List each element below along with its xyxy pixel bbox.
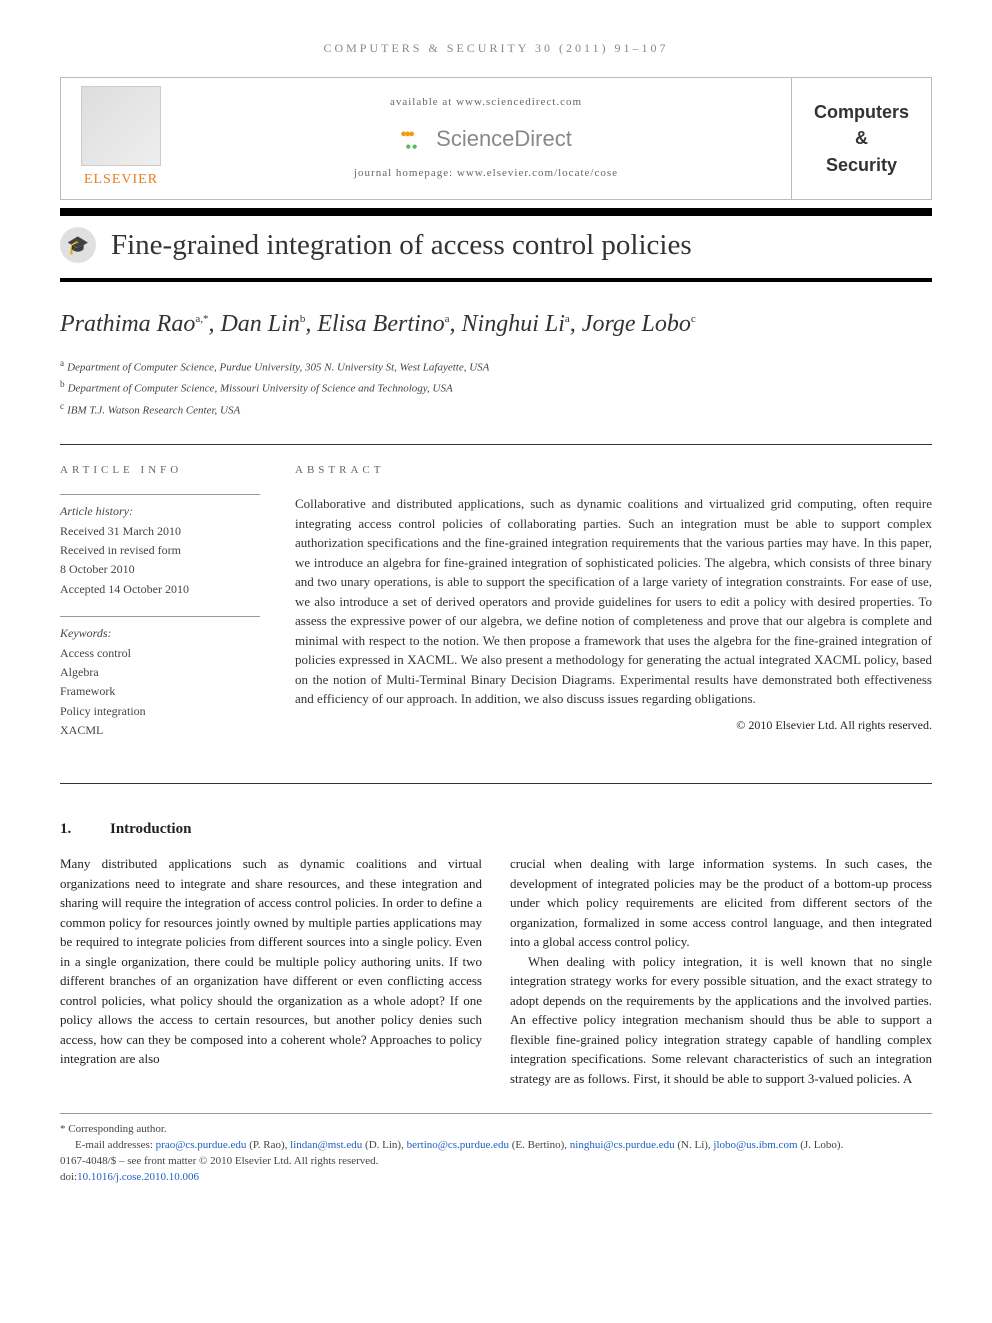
author-aff-marker: b: [300, 313, 306, 325]
section-title: Introduction: [110, 821, 191, 837]
keyword: Policy integration: [60, 703, 260, 720]
author-name: Jorge Lobo: [582, 311, 691, 337]
body-column-left: Many distributed applications such as dy…: [60, 854, 482, 1088]
abstract-column: ABSTRACT Collaborative and distributed a…: [295, 463, 932, 757]
doi-label: doi:: [60, 1171, 77, 1183]
journal-name-line2: &: [855, 125, 868, 151]
paper-title: Fine-grained integration of access contr…: [111, 224, 692, 266]
accepted-date: Accepted 14 October 2010: [60, 581, 260, 598]
author-aff-marker: a: [565, 313, 570, 325]
title-bar-bottom: [60, 278, 932, 282]
doi-link[interactable]: 10.1016/j.cose.2010.10.006: [77, 1171, 199, 1183]
sciencedirect-text: ScienceDirect: [436, 123, 572, 155]
email-link[interactable]: bertino@cs.purdue.edu: [407, 1139, 509, 1151]
elsevier-tree-icon: [81, 86, 161, 166]
journal-homepage-text: journal homepage: www.elsevier.com/locat…: [354, 166, 618, 182]
graduation-cap-icon: 🎓: [60, 227, 96, 263]
keyword: XACML: [60, 722, 260, 739]
keywords-label: Keywords:: [60, 625, 260, 642]
body-paragraph: Many distributed applications such as dy…: [60, 854, 482, 1069]
author-aff-marker: c: [691, 313, 696, 325]
author-name: Prathima Rao: [60, 311, 195, 337]
history-label: Article history:: [60, 503, 260, 520]
elsevier-label: ELSEVIER: [84, 170, 158, 190]
author-name: Dan Lin: [220, 311, 299, 337]
keyword: Framework: [60, 683, 260, 700]
affiliations: aDepartment of Computer Science, Purdue …: [60, 357, 932, 420]
section-heading: 1.Introduction: [60, 819, 932, 841]
corresponding-author-note: * Corresponding author.: [60, 1122, 932, 1138]
email-link[interactable]: lindan@mst.edu: [290, 1139, 362, 1151]
body-column-right: crucial when dealing with large informat…: [510, 854, 932, 1088]
body-paragraph: crucial when dealing with large informat…: [510, 854, 932, 952]
header-center: available at www.sciencedirect.com Scien…: [181, 78, 791, 198]
email-addresses-line: E-mail addresses: prao@cs.purdue.edu (P.…: [60, 1138, 932, 1154]
email-author: (J. Lobo): [800, 1139, 840, 1151]
info-abstract-row: ARTICLE INFO Article history: Received 3…: [60, 444, 932, 783]
title-bar-top: [60, 208, 932, 216]
received-date: Received 31 March 2010: [60, 523, 260, 540]
keyword: Access control: [60, 645, 260, 662]
abstract-heading: ABSTRACT: [295, 463, 932, 479]
header-box: ELSEVIER available at www.sciencedirect.…: [60, 77, 932, 199]
journal-name-box: Computers & Security: [791, 78, 931, 198]
revised-date: 8 October 2010: [60, 561, 260, 578]
publisher-logo-area: ELSEVIER: [61, 78, 181, 198]
footnotes: * Corresponding author. E-mail addresses…: [60, 1113, 932, 1186]
author-name: Ninghui Li: [462, 311, 565, 337]
affiliation-a: aDepartment of Computer Science, Purdue …: [60, 357, 932, 377]
affiliation-b: bDepartment of Computer Science, Missour…: [60, 378, 932, 398]
authors-line: Prathima Raoa,*, Dan Linb, Elisa Bertino…: [60, 307, 932, 342]
sciencedirect-dots-icon: [400, 126, 430, 151]
email-author: (D. Lin): [365, 1139, 401, 1151]
email-link[interactable]: ninghui@cs.purdue.edu: [570, 1139, 675, 1151]
sciencedirect-logo: ScienceDirect: [400, 123, 572, 155]
keyword: Algebra: [60, 664, 260, 681]
abstract-copyright: © 2010 Elsevier Ltd. All rights reserved…: [295, 717, 932, 734]
available-at-text: available at www.sciencedirect.com: [390, 95, 582, 111]
email-link[interactable]: prao@cs.purdue.edu: [156, 1139, 247, 1151]
email-author: (N. Li): [677, 1139, 708, 1151]
section-number: 1.: [60, 819, 110, 841]
abstract-text: Collaborative and distributed applicatio…: [295, 494, 932, 709]
article-info-column: ARTICLE INFO Article history: Received 3…: [60, 463, 260, 757]
body-paragraph: When dealing with policy integration, it…: [510, 952, 932, 1089]
article-info-heading: ARTICLE INFO: [60, 463, 260, 479]
email-author: (P. Rao): [249, 1139, 284, 1151]
author-aff-marker: a: [445, 313, 450, 325]
affiliation-c: cIBM T.J. Watson Research Center, USA: [60, 400, 932, 420]
email-author: (E. Bertino): [512, 1139, 565, 1151]
journal-name-line3: Security: [826, 152, 897, 178]
email-link[interactable]: jlobo@us.ibm.com: [713, 1139, 797, 1151]
revised-label: Received in revised form: [60, 542, 260, 559]
doi-line: doi:10.1016/j.cose.2010.10.006: [60, 1170, 932, 1186]
author-name: Elisa Bertino: [317, 311, 444, 337]
article-history-block: Article history: Received 31 March 2010 …: [60, 494, 260, 598]
journal-name-line1: Computers: [814, 99, 909, 125]
keywords-block: Keywords: Access control Algebra Framewo…: [60, 616, 260, 739]
title-section: 🎓 Fine-grained integration of access con…: [60, 216, 932, 278]
issn-copyright-line: 0167-4048/$ – see front matter © 2010 El…: [60, 1154, 932, 1170]
email-label: E-mail addresses:: [60, 1138, 153, 1154]
journal-citation: COMPUTERS & SECURITY 30 (2011) 91–107: [60, 40, 932, 57]
body-columns: Many distributed applications such as dy…: [60, 854, 932, 1088]
author-aff-marker: a,*: [195, 313, 208, 325]
